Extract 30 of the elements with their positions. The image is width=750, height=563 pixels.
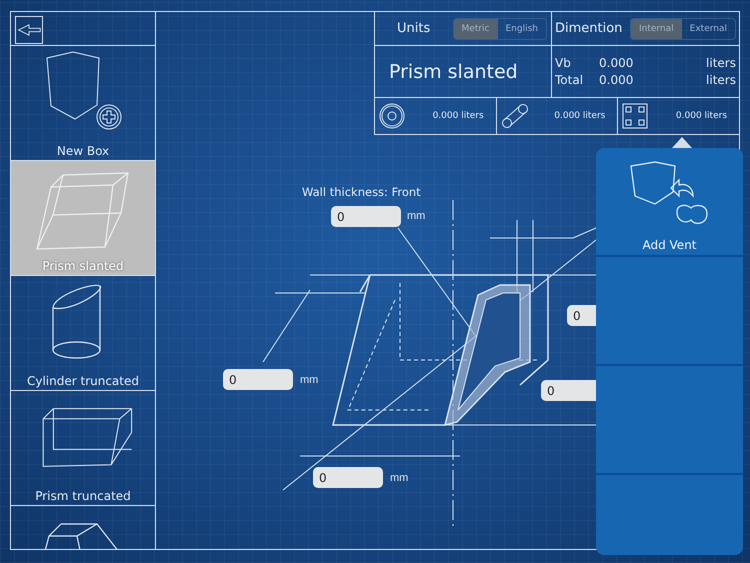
input-field[interactable]: 0: [541, 380, 596, 401]
wall-thickness-label: Wall thickness: Front: [302, 185, 421, 199]
volume-unit: liters: [706, 73, 736, 87]
volume-value: 0.000: [599, 73, 634, 87]
unit-label: mm: [300, 374, 318, 386]
units-label: Units: [397, 21, 430, 36]
dimension-option[interactable]: External: [682, 18, 735, 38]
input-field[interactable]: 0: [223, 369, 293, 390]
input-field[interactable]: 0: [331, 206, 401, 227]
volume-unit: liters: [706, 56, 736, 70]
unit-label: mm: [390, 472, 408, 484]
units-option[interactable]: English: [498, 18, 546, 38]
add-vent-button[interactable]: Add Vent: [596, 148, 743, 257]
vent-grid-icon: [622, 103, 648, 129]
volume-label: Vb: [555, 56, 572, 70]
shape-item[interactable]: Cylinder truncated: [11, 275, 155, 390]
volume-reading: 0.000 liters: [432, 111, 485, 121]
volume-value: 0.000: [599, 56, 634, 70]
back-button[interactable]: [15, 16, 43, 44]
volume-reading: 0.000 liters: [554, 111, 606, 121]
dimension-label: Dimention: [555, 21, 622, 36]
input-field[interactable]: 0: [313, 467, 383, 488]
volume-label: Total: [555, 73, 584, 87]
port-icon: [379, 103, 405, 129]
unit-label: mm: [407, 210, 426, 222]
volume-reading: 0.000 liters: [676, 111, 728, 121]
shape-title: Prism slanted: [389, 60, 518, 82]
input-field[interactable]: 0: [567, 305, 596, 326]
tube-icon: [500, 103, 529, 129]
shape-item[interactable]: Prism truncated: [11, 390, 155, 505]
